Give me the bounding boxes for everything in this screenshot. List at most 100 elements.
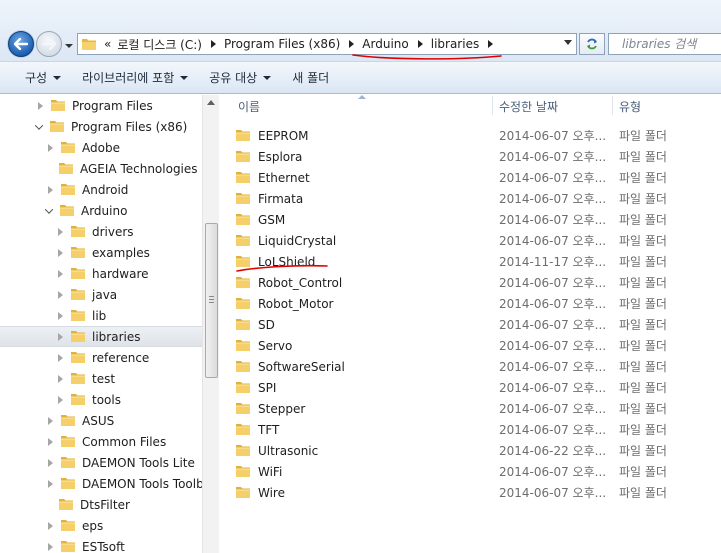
grip-icon — [209, 296, 214, 303]
collapsed-arrow-icon[interactable] — [58, 332, 63, 341]
file-row[interactable]: Wire 2014-06-07 오후... 파일 폴더 — [235, 482, 721, 503]
scrollbar-thumb[interactable] — [205, 223, 218, 378]
nav-item-ageia-technologies[interactable]: AGEIA Technologies — [0, 158, 202, 179]
file-row[interactable]: Ultrasonic 2014-06-22 오후... 파일 폴더 — [235, 440, 721, 461]
nav-item-label: examples — [92, 245, 150, 260]
collapsed-arrow-icon[interactable] — [58, 248, 63, 257]
recent-locations-button[interactable] — [64, 40, 74, 50]
nav-item-hardware[interactable]: hardware — [0, 263, 202, 284]
file-row[interactable]: SoftwareSerial 2014-06-07 오후... 파일 폴더 — [235, 356, 721, 377]
file-row[interactable]: LoLShield 2014-11-17 오후... 파일 폴더 — [235, 251, 721, 272]
collapsed-arrow-icon[interactable] — [58, 395, 63, 404]
file-row[interactable]: Robot_Motor 2014-06-07 오후... 파일 폴더 — [235, 293, 721, 314]
breadcrumb-separator-icon[interactable] — [210, 40, 216, 48]
file-name: EEPROM — [258, 128, 309, 143]
file-row[interactable]: EEPROM 2014-06-07 오후... 파일 폴더 — [235, 125, 721, 146]
nav-item-label: drivers — [92, 224, 134, 239]
file-type: 파일 폴더 — [619, 297, 667, 311]
breadcrumb-separator-icon[interactable] — [417, 40, 423, 48]
nav-item-daemon-tools-lite[interactable]: DAEMON Tools Lite — [0, 452, 202, 473]
file-row[interactable]: WiFi 2014-06-07 오후... 파일 폴더 — [235, 461, 721, 482]
file-row[interactable]: SPI 2014-06-07 오후... 파일 폴더 — [235, 377, 721, 398]
nav-item-java[interactable]: java — [0, 284, 202, 305]
nav-item-program-files-x86[interactable]: Program Files (x86) — [0, 116, 202, 137]
organize-menu-button[interactable]: 구성 — [16, 66, 70, 90]
breadcrumb-program-files-x86[interactable]: Program Files (x86) — [221, 34, 343, 54]
file-row[interactable]: Esplora 2014-06-07 오후... 파일 폴더 — [235, 146, 721, 167]
nav-item-arduino[interactable]: Arduino — [0, 200, 202, 221]
column-header-type[interactable]: 유형 — [619, 95, 641, 117]
scroll-up-arrow-icon[interactable] — [207, 100, 215, 105]
nav-item-eps[interactable]: eps — [0, 515, 202, 536]
search-input[interactable] — [622, 37, 721, 51]
breadcrumb-arduino[interactable]: Arduino — [359, 34, 411, 54]
new-folder-button[interactable]: 새 폴더 — [283, 66, 338, 90]
search-field[interactable] — [608, 33, 721, 55]
file-type: 파일 폴더 — [619, 129, 667, 143]
file-row[interactable]: Robot_Control 2014-06-07 오후... 파일 폴더 — [235, 272, 721, 293]
file-type: 파일 폴더 — [619, 234, 667, 248]
nav-item-lib[interactable]: lib — [0, 305, 202, 326]
file-row[interactable]: Ethernet 2014-06-07 오후... 파일 폴더 — [235, 167, 721, 188]
forward-button[interactable] — [36, 31, 62, 57]
navigation-scrollbar[interactable] — [202, 95, 219, 553]
collapsed-arrow-icon[interactable] — [58, 290, 63, 299]
collapsed-arrow-icon[interactable] — [58, 227, 63, 236]
file-type: 파일 폴더 — [619, 339, 667, 353]
file-row[interactable]: LiquidCrystal 2014-06-07 오후... 파일 폴더 — [235, 230, 721, 251]
breadcrumb-separator-icon[interactable] — [488, 40, 494, 48]
nav-item-estsoft[interactable]: ESTsoft — [0, 536, 202, 553]
address-field[interactable]: « 로컬 디스크 (C:) Program Files (x86) Arduin… — [77, 33, 577, 55]
file-modified: 2014-06-07 오후... — [499, 213, 607, 227]
collapsed-arrow-icon[interactable] — [58, 374, 63, 383]
file-row[interactable]: TFT 2014-06-07 오후... 파일 폴더 — [235, 419, 721, 440]
refresh-button[interactable] — [579, 33, 605, 55]
collapsed-arrow-icon[interactable] — [48, 542, 53, 551]
file-row[interactable]: Servo 2014-06-07 오후... 파일 폴더 — [235, 335, 721, 356]
column-header-name[interactable]: 이름 — [238, 95, 260, 117]
collapsed-arrow-icon[interactable] — [58, 311, 63, 320]
collapsed-arrow-icon[interactable] — [58, 269, 63, 278]
file-row[interactable]: Firmata 2014-06-07 오후... 파일 폴더 — [235, 188, 721, 209]
expanded-arrow-icon[interactable] — [34, 120, 44, 130]
collapsed-arrow-icon[interactable] — [48, 458, 53, 467]
back-button[interactable] — [8, 31, 34, 57]
include-in-library-button[interactable]: 라이브러리에 포함 — [73, 66, 197, 90]
nav-item-program-files[interactable]: Program Files — [0, 95, 202, 116]
nav-item-android[interactable]: Android — [0, 179, 202, 200]
command-bar: 구성 라이브러리에 포함 공유 대상 새 폴더 — [0, 62, 721, 94]
collapsed-arrow-icon[interactable] — [48, 185, 53, 194]
nav-item-tools[interactable]: tools — [0, 389, 202, 410]
nav-item-libraries[interactable]: libraries — [0, 326, 202, 347]
breadcrumb-separator-icon[interactable] — [349, 40, 355, 48]
column-divider[interactable] — [612, 96, 613, 115]
breadcrumb-overflow[interactable]: « — [101, 34, 114, 54]
expanded-arrow-icon[interactable] — [44, 204, 54, 214]
collapsed-arrow-icon[interactable] — [48, 416, 53, 425]
nav-item-dtsfilter[interactable]: DtsFilter — [0, 494, 202, 515]
column-divider[interactable] — [492, 96, 493, 115]
column-header-modified[interactable]: 수정한 날짜 — [499, 95, 558, 117]
nav-item-daemon-tools-toolba[interactable]: DAEMON Tools Toolba — [0, 473, 202, 494]
nav-item-drivers[interactable]: drivers — [0, 221, 202, 242]
nav-item-common-files[interactable]: Common Files — [0, 431, 202, 452]
collapsed-arrow-icon[interactable] — [38, 101, 43, 110]
nav-item-asus[interactable]: ASUS — [0, 410, 202, 431]
breadcrumb-libraries[interactable]: libraries — [428, 34, 482, 54]
file-row[interactable]: Stepper 2014-06-07 오후... 파일 폴더 — [235, 398, 721, 419]
collapsed-arrow-icon[interactable] — [48, 437, 53, 446]
nav-item-examples[interactable]: examples — [0, 242, 202, 263]
collapsed-arrow-icon[interactable] — [48, 143, 53, 152]
nav-item-adobe[interactable]: Adobe — [0, 137, 202, 158]
address-dropdown-icon[interactable] — [564, 40, 572, 45]
share-with-button[interactable]: 공유 대상 — [200, 66, 280, 90]
collapsed-arrow-icon[interactable] — [48, 521, 53, 530]
collapsed-arrow-icon[interactable] — [58, 353, 63, 362]
file-name: LiquidCrystal — [258, 233, 337, 248]
nav-item-test[interactable]: test — [0, 368, 202, 389]
collapsed-arrow-icon[interactable] — [48, 479, 53, 488]
nav-item-reference[interactable]: reference — [0, 347, 202, 368]
file-row[interactable]: GSM 2014-06-07 오후... 파일 폴더 — [235, 209, 721, 230]
file-row[interactable]: SD 2014-06-07 오후... 파일 폴더 — [235, 314, 721, 335]
breadcrumb-local-disk[interactable]: 로컬 디스크 (C:) — [114, 34, 205, 54]
